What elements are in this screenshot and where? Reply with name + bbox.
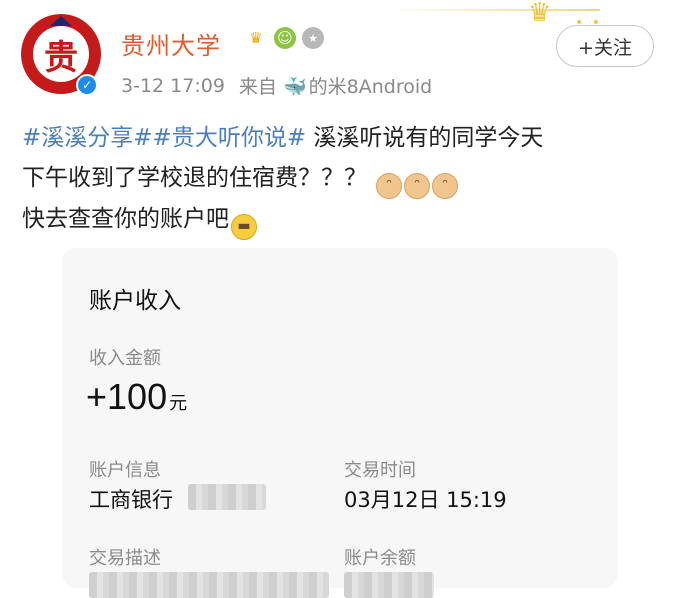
redacted-transaction-description [89,572,329,598]
sunglasses-emoji-icon: ▬ [231,214,257,240]
post-line-1: #溪溪分享##贵大听你说# 溪溪听说有的同学今天 [22,118,662,158]
account-info-label: 账户信息 [89,460,161,481]
avatar-emblem-text: 贵 [44,37,78,78]
transaction-time-label: 交易时间 [344,460,416,481]
transaction-description-label: 交易描述 [89,548,161,569]
amount-label: 收入金额 [89,348,161,369]
source-device: 的米8Android [308,76,433,98]
image-card[interactable]: 账户收入 收入金额 +100 元 账户信息 工商银行 交易时间 03月12日 15… [62,248,618,598]
crown-decoration-icon: ♛ [528,0,552,28]
amount-number: +100 [86,376,168,417]
post-text-segment: 溪溪听说有的同学今天 [306,125,544,151]
account-info-value: 工商银行 [89,488,173,512]
post-source: 来自 🐳 的米8Android [239,72,432,99]
medal-icon[interactable]: ★ [302,27,324,49]
whale-icon: 🐳 [282,76,307,98]
post-meta: 3-12 17:09 来自 🐳 的米8Android [121,72,432,99]
amount-unit: 元 [169,393,188,413]
source-prefix: 来自 [238,76,277,98]
account-balance-label: 账户余额 [344,548,416,569]
post-text: #溪溪分享##贵大听你说# 溪溪听说有的同学今天 下午收到了学校退的住宿费？？？… [22,118,662,240]
header-decoration-line [390,9,600,11]
account-name[interactable]: 贵州大学 [121,26,221,61]
redacted-account-balance [344,572,434,598]
post-text-segment: 快去查查你的账户吧 [22,206,229,232]
follow-button[interactable]: +关注 [556,25,654,67]
cat-emoji-icon: ᵔ [376,173,403,199]
account-badges: ♛ ☺ ★ [244,26,324,50]
crown-icon[interactable]: ♛ [244,26,268,50]
cat-emoji-icon: ᵔ [404,173,431,199]
amount-value: +100 元 [86,376,187,418]
redacted-account-number [188,484,266,510]
post-line-2: 下午收到了学校退的住宿费？？？ ᵔᵔᵔ [22,158,662,199]
hashtag-link[interactable]: #溪溪分享# [22,125,153,151]
transaction-time-value: 03月12日 15:19 [344,488,507,512]
verified-icon: ✓ [76,74,98,96]
cat-emoji-icon: ᵔ [432,173,459,199]
post-text-segment: 下午收到了学校退的住宿费？？？ [22,165,367,191]
face-icon[interactable]: ☺ [274,27,296,49]
graduation-cap-icon [50,16,72,26]
card-title: 账户收入 [89,288,181,314]
hashtag-link[interactable]: #贵大听你说# [153,125,307,151]
post-line-3: 快去查查你的账户吧 ▬ [22,199,662,240]
avatar-emblem: 贵 [33,26,89,82]
post-timestamp: 3-12 17:09 [121,74,225,97]
